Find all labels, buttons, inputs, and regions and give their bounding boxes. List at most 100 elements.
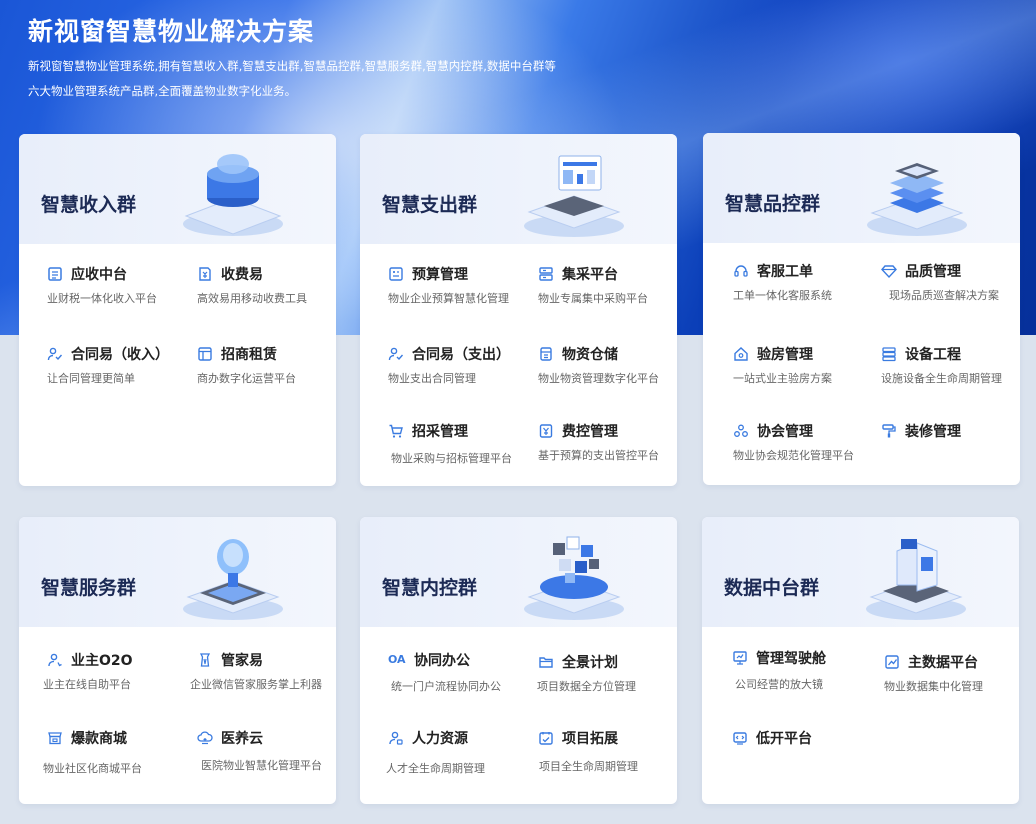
chart-icon (884, 654, 900, 670)
card-header: 智慧内控群 (360, 517, 677, 627)
card-income: 智慧收入群 应收中台 业财税一体化收入平台 收费易 高效易用移动收费工具 合同易… (19, 134, 336, 486)
card-header: 智慧品控群 (703, 133, 1020, 243)
card-title: 智慧服务群 (41, 577, 137, 599)
product-item[interactable]: 项目拓展 项目全生命周期管理 (538, 728, 677, 774)
product-desc: 人才全生命周期管理 (386, 762, 485, 775)
budget-icon (388, 266, 404, 282)
house-icon (733, 346, 749, 362)
product-item[interactable]: 预算管理 物业企业预算智慧化管理 (388, 264, 538, 306)
oa-icon: OA (388, 653, 406, 666)
card-title: 智慧收入群 (41, 194, 137, 216)
product-item[interactable]: 物资仓储 物业物资管理数字化平台 (538, 344, 677, 386)
data-platform-illustration-icon (866, 539, 966, 620)
product-name: 验房管理 (757, 347, 813, 363)
product-item[interactable]: 验房管理 一站式业主验房方案 (733, 344, 883, 386)
code-icon (732, 730, 748, 746)
dashboard-icon (732, 650, 748, 666)
card-expense: 智慧支出群 预算管理 物业企业预算智慧化管理 集采平台 物业专属集中采购平台 合… (360, 134, 677, 486)
product-name: 人力资源 (412, 731, 468, 747)
product-desc: 现场品质巡查解决方案 (889, 289, 999, 302)
card-quality: 智慧品控群 客服工单 工单一体化客服系统 品质管理 现场品质巡查解决方案 验房管… (703, 133, 1020, 485)
card-title: 数据中台群 (724, 577, 820, 599)
product-desc: 高效易用移动收费工具 (197, 292, 307, 305)
product-item[interactable]: 全景计划 项目数据全方位管理 (537, 652, 677, 694)
product-item[interactable]: OA 协同办公 统一门户流程协同办公 (388, 650, 538, 694)
product-desc: 设施设备全生命周期管理 (881, 372, 1002, 385)
equipment-icon (881, 346, 897, 362)
card-title: 智慧内控群 (382, 577, 478, 599)
window-icon (197, 346, 213, 362)
service-illustration-icon (183, 539, 283, 620)
product-item[interactable]: 收费易 高效易用移动收费工具 (197, 264, 336, 306)
paint-roller-icon (881, 423, 897, 439)
project-icon (538, 730, 554, 746)
folder-icon (538, 654, 554, 670)
card-service: 智慧服务群 业主O2O 业主在线自助平台 管家易 企业微信管家服务掌上利器 爆款… (19, 517, 336, 804)
product-item[interactable]: 费控管理 基于预算的支出管控平台 (538, 421, 677, 463)
person-contract-icon (388, 346, 404, 362)
product-name: 医养云 (221, 731, 263, 747)
product-name: 应收中台 (71, 267, 127, 283)
product-name: 管家易 (221, 653, 263, 669)
product-item[interactable]: 招采管理 物业采购与招标管理平台 (388, 421, 538, 466)
hero-description: 新视窗智慧物业管理系统,拥有智慧收入群,智慧支出群,智慧品控群,智慧服务群,智慧… (28, 54, 588, 104)
product-item[interactable]: 业主O2O 业主在线自助平台 (43, 650, 197, 692)
income-illustration-icon (183, 154, 283, 236)
product-item[interactable]: 合同易（支出） 物业支出合同管理 (388, 344, 538, 386)
product-name: 主数据平台 (908, 655, 978, 671)
product-name: 集采平台 (562, 267, 618, 283)
quality-illustration-icon (867, 163, 967, 236)
product-item[interactable]: 管理驾驶舱 公司经营的放大镜 (732, 648, 882, 692)
product-desc: 企业微信管家服务掌上利器 (190, 678, 322, 691)
product-item[interactable]: 协会管理 物业协会规范化管理平台 (733, 421, 883, 463)
product-item[interactable]: 设备工程 设施设备全生命周期管理 (881, 344, 1020, 386)
product-desc: 物业企业预算智慧化管理 (388, 292, 509, 305)
product-item[interactable]: 低开平台 (732, 728, 882, 754)
card-internal-control: 智慧内控群 OA 协同办公 统一门户流程协同办公 全景计划 项目数据全方位管理 人… (360, 517, 677, 804)
product-desc: 项目全生命周期管理 (539, 760, 638, 773)
currency-icon (197, 266, 213, 282)
product-item[interactable]: 管家易 企业微信管家服务掌上利器 (190, 650, 336, 692)
product-item[interactable]: 应收中台 业财税一体化收入平台 (47, 264, 197, 306)
product-name: 装修管理 (905, 424, 961, 440)
product-desc: 业财税一体化收入平台 (47, 292, 157, 305)
product-desc: 基于预算的支出管控平台 (538, 449, 659, 462)
product-name: 合同易（收入） (71, 347, 169, 363)
hr-icon (388, 730, 404, 746)
product-item[interactable]: 集采平台 物业专属集中采购平台 (538, 264, 677, 306)
card-header: 智慧支出群 (360, 134, 677, 244)
group-icon (733, 423, 749, 439)
product-item[interactable]: 合同易（收入） 让合同管理更简单 (47, 344, 197, 386)
person-contract-icon (47, 346, 63, 362)
product-item[interactable]: 招商租赁 商办数字化运营平台 (197, 344, 336, 386)
cart-icon (388, 423, 404, 439)
product-name: 客服工单 (757, 264, 813, 280)
page-title: 新视窗智慧物业解决方案 (28, 17, 315, 46)
product-item[interactable]: 医养云 医院物业智慧化管理平台 (197, 728, 336, 773)
product-desc: 物业专属集中采购平台 (538, 292, 648, 305)
card-header: 智慧收入群 (19, 134, 336, 244)
product-name: 项目拓展 (562, 731, 618, 747)
server-icon (538, 266, 554, 282)
diamond-icon (881, 263, 897, 279)
product-item[interactable]: 主数据平台 物业数据集中化管理 (884, 652, 1019, 694)
product-desc: 商办数字化运营平台 (197, 372, 296, 385)
product-name: 招采管理 (412, 424, 468, 440)
document-list-icon (47, 266, 63, 282)
expense-illustration-icon (524, 155, 624, 237)
product-desc: 统一门户流程协同办公 (391, 680, 501, 693)
product-item[interactable]: 人力资源 人才全生命周期管理 (386, 728, 538, 776)
product-name: 招商租赁 (221, 347, 277, 363)
product-name: 业主O2O (71, 653, 133, 669)
headset-icon (733, 263, 749, 279)
product-desc: 一站式业主验房方案 (733, 372, 832, 385)
product-item[interactable]: 装修管理 (881, 421, 1020, 447)
cloud-icon (197, 730, 213, 746)
product-desc: 物业社区化商城平台 (43, 762, 142, 775)
product-desc: 物业协会规范化管理平台 (733, 449, 854, 462)
product-name: 预算管理 (412, 267, 468, 283)
product-item[interactable]: 品质管理 现场品质巡查解决方案 (881, 261, 1020, 303)
product-item[interactable]: 客服工单 工单一体化客服系统 (733, 261, 883, 303)
hero-description-line-1: 新视窗智慧物业管理系统,拥有智慧收入群,智慧支出群,智慧品控群,智慧服务群,智慧… (28, 59, 556, 73)
product-item[interactable]: 爆款商城 物业社区化商城平台 (43, 728, 197, 776)
